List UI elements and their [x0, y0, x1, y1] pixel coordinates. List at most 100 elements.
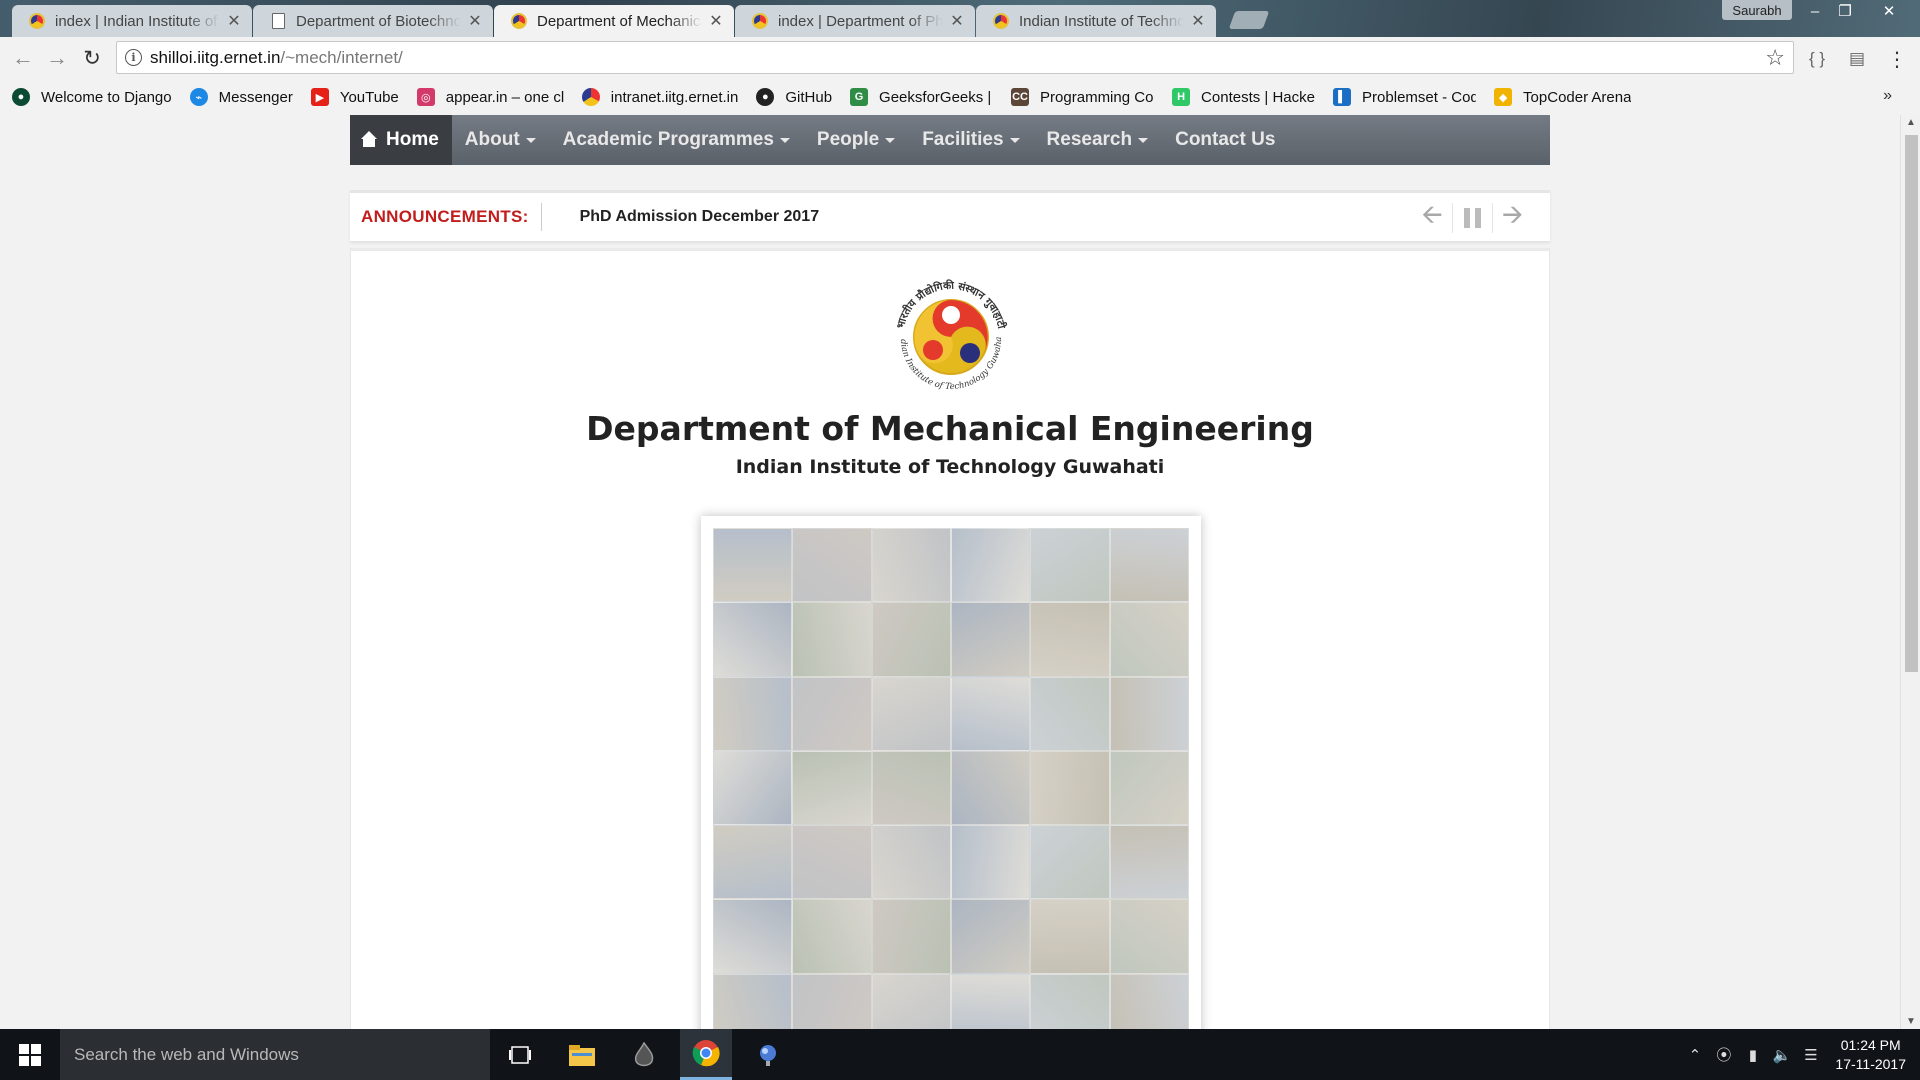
bookmark-item[interactable]: H Contests | HackerRan: [1172, 88, 1315, 106]
reload-icon[interactable]: ↻: [78, 44, 106, 72]
windows-logo-icon: [19, 1043, 41, 1066]
collage-tile: [792, 528, 872, 603]
browser-tab[interactable]: Department of Biotechnology ✕: [253, 5, 493, 37]
collage-tile: [1030, 676, 1110, 751]
scroll-up-icon[interactable]: ▲: [1901, 117, 1920, 128]
youtube-icon: ▶: [310, 88, 329, 106]
profile-button[interactable]: Saurabh: [1722, 0, 1792, 20]
iitg-seal-icon: [510, 12, 528, 30]
collage-tile: [1109, 825, 1189, 900]
menu-icon[interactable]: ⋮: [1884, 46, 1910, 72]
taskbar-clock[interactable]: 01:24 PM 17-11-2017: [1835, 1036, 1906, 1074]
taskbar-search[interactable]: Search the web and Windows: [60, 1029, 490, 1080]
bookmark-item[interactable]: ◎ appear.in – one click: [416, 88, 564, 106]
collage-tile: [1109, 973, 1189, 1029]
iitg-seal-icon: [751, 12, 769, 30]
tray-expand-icon[interactable]: ⌃: [1680, 1046, 1709, 1064]
app-globe-icon[interactable]: [742, 1029, 794, 1080]
browser-tab[interactable]: index | Department of Physics ✕: [735, 5, 975, 37]
chrome-icon[interactable]: [680, 1029, 732, 1080]
collage-tile: [713, 899, 793, 974]
tab-close-icon[interactable]: ✕: [467, 11, 483, 31]
app-flame-icon[interactable]: [618, 1029, 670, 1080]
bookmark-item[interactable]: CC Programming Compe: [1011, 88, 1154, 106]
home-icon: [361, 131, 377, 147]
tab-close-icon[interactable]: ✕: [226, 11, 242, 31]
iitg-logo: भारतीय प्रौद्योगिकी संस्थान गुवाहाटी Ind…: [887, 273, 1011, 397]
extension-braces-icon[interactable]: { }: [1804, 46, 1830, 72]
bookmark-label: Messenger: [218, 88, 293, 106]
collage-tile: [713, 676, 793, 751]
minimize-icon[interactable]: –: [1800, 0, 1830, 22]
back-icon[interactable]: ←: [9, 44, 37, 72]
wifi-icon[interactable]: ⦿: [1709, 1044, 1738, 1065]
collage-tile: [792, 899, 872, 974]
address-bar[interactable]: i shilloi.iitg.ernet.in/~mech/internet/ …: [116, 41, 1794, 74]
nav-item-people[interactable]: People: [817, 129, 896, 151]
nav-item-about[interactable]: About: [465, 129, 536, 151]
nav-item-facilities[interactable]: Facilities: [922, 129, 1020, 151]
nav-item-label: Contact Us: [1175, 129, 1276, 150]
info-icon[interactable]: i: [125, 49, 142, 66]
browser-tab[interactable]: Department of Mechanical Engineering ✕: [494, 5, 734, 37]
scrollbar-thumb[interactable]: [1905, 135, 1918, 672]
bookmark-star-icon[interactable]: ☆: [1765, 45, 1785, 71]
scroll-down-icon[interactable]: ▼: [1901, 1016, 1920, 1027]
main-content: भारतीय प्रौद्योगिकी संस्थान गुवाहाटी Ind…: [350, 248, 1550, 1029]
collage-tile: [1030, 602, 1110, 677]
codechef-icon: CC: [1011, 88, 1030, 106]
hackerrank-icon: H: [1172, 88, 1191, 106]
bookmark-item[interactable]: ▌ Problemset - Codefor: [1333, 88, 1476, 106]
system-tray: ⌃ ⦿ ▮ 🔈 ☰ 01:24 PM 17-11-2017: [1680, 1029, 1920, 1080]
page-scrollbar[interactable]: ▲ ▼: [1900, 115, 1920, 1029]
iitg-seal-icon: [992, 12, 1010, 30]
ticker-pause-icon[interactable]: [1452, 203, 1492, 233]
bookmark-item[interactable]: ● GitHub: [756, 88, 832, 106]
ticker-next-icon[interactable]: 🡪: [1492, 199, 1532, 233]
appearin-icon: ◎: [416, 88, 435, 106]
volume-icon[interactable]: 🔈: [1767, 1046, 1796, 1064]
close-window-icon[interactable]: ✕: [1874, 0, 1904, 22]
codeforces-icon: ▌: [1333, 88, 1352, 106]
collage-tile: [871, 899, 951, 974]
notifications-icon[interactable]: ☰: [1796, 1046, 1825, 1064]
forward-icon[interactable]: →: [43, 44, 71, 72]
collage-tile: [1109, 899, 1189, 974]
restore-icon[interactable]: ❐: [1830, 0, 1860, 22]
collage-tile: [792, 602, 872, 677]
file-explorer-icon[interactable]: [556, 1029, 608, 1080]
collage-tile: [951, 973, 1031, 1029]
nav-item-research[interactable]: Research: [1047, 129, 1149, 151]
tab-title: index | Department of Physics: [778, 12, 943, 30]
start-button[interactable]: [0, 1029, 60, 1080]
dropdown-caret-icon: [779, 137, 790, 143]
collage-tile: [1109, 602, 1189, 677]
bookmark-item[interactable]: intranet.iitg.ernet.in: [581, 88, 738, 106]
iitg-seal-icon: [28, 12, 46, 30]
nav-item-contact-us[interactable]: Contact Us: [1175, 129, 1275, 151]
bookmark-item[interactable]: ● Welcome to Django: [12, 88, 172, 106]
browser-tab[interactable]: index | Indian Institute of Technology G…: [12, 5, 252, 37]
tab-close-icon[interactable]: ✕: [1190, 11, 1206, 31]
extension-pdf-icon[interactable]: ▤: [1844, 46, 1870, 72]
collage-tile: [713, 825, 793, 900]
bookmark-item[interactable]: G GeeksforGeeks | A co: [850, 88, 993, 106]
announcement-link[interactable]: PhD Admission December 2017: [580, 208, 820, 226]
task-view-icon[interactable]: [494, 1029, 546, 1080]
nav-item-label: Facilities: [922, 129, 1004, 150]
dropdown-caret-icon: [525, 137, 536, 143]
department-title: Department of Mechanical Engineering: [586, 409, 1314, 448]
nav-item-academic-programmes[interactable]: Academic Programmes: [563, 129, 790, 151]
collage-tile: [792, 676, 872, 751]
tab-close-icon[interactable]: ✕: [949, 11, 965, 31]
bookmark-item[interactable]: ⌁ Messenger: [189, 88, 293, 106]
nav-home[interactable]: Home: [350, 115, 452, 165]
tab-close-icon[interactable]: ✕: [708, 11, 724, 31]
bookmark-item[interactable]: ◆ TopCoder Arena: [1494, 88, 1631, 106]
bookmark-item[interactable]: ▶ YouTube: [310, 88, 399, 106]
new-tab-button[interactable]: [1228, 11, 1270, 29]
ticker-prev-icon[interactable]: 🡨: [1412, 199, 1452, 233]
bookmarks-overflow-icon[interactable]: »: [1883, 87, 1892, 105]
browser-tab[interactable]: Indian Institute of Technology ✕: [976, 5, 1216, 37]
battery-icon[interactable]: ▮: [1738, 1046, 1767, 1064]
